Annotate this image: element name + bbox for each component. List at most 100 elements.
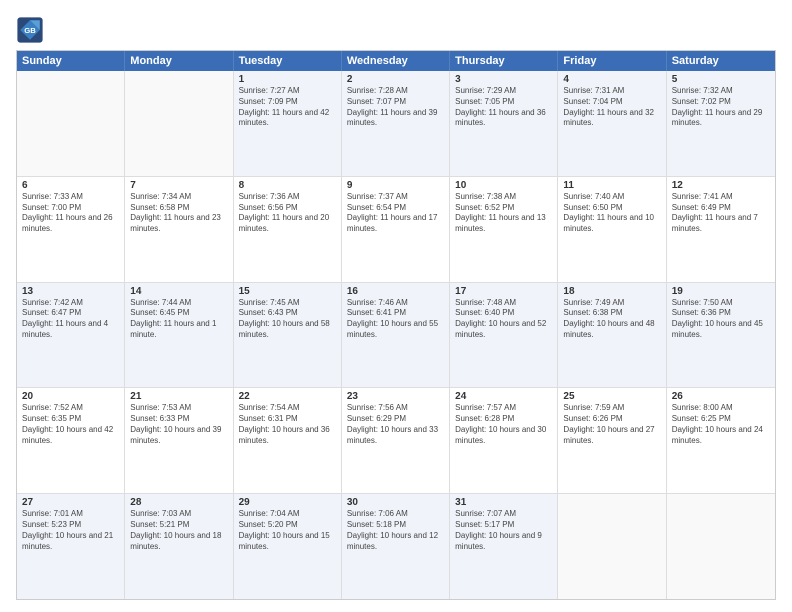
cal-cell-r3-c5: 25Sunrise: 7:59 AM Sunset: 6:26 PM Dayli… <box>558 388 666 493</box>
header-day-wednesday: Wednesday <box>342 51 450 71</box>
cell-detail: Sunrise: 7:32 AM Sunset: 7:02 PM Dayligh… <box>672 86 770 129</box>
cell-detail: Sunrise: 7:44 AM Sunset: 6:45 PM Dayligh… <box>130 298 227 341</box>
calendar: SundayMondayTuesdayWednesdayThursdayFrid… <box>16 50 776 600</box>
cal-cell-r2-c3: 16Sunrise: 7:46 AM Sunset: 6:41 PM Dayli… <box>342 283 450 388</box>
header-day-tuesday: Tuesday <box>234 51 342 71</box>
cell-detail: Sunrise: 7:49 AM Sunset: 6:38 PM Dayligh… <box>563 298 660 341</box>
cal-cell-r4-c0: 27Sunrise: 7:01 AM Sunset: 5:23 PM Dayli… <box>17 494 125 599</box>
cal-cell-r3-c4: 24Sunrise: 7:57 AM Sunset: 6:28 PM Dayli… <box>450 388 558 493</box>
cal-cell-r4-c6 <box>667 494 775 599</box>
header-day-monday: Monday <box>125 51 233 71</box>
cal-cell-r0-c1 <box>125 71 233 176</box>
cal-cell-r4-c1: 28Sunrise: 7:03 AM Sunset: 5:21 PM Dayli… <box>125 494 233 599</box>
day-number: 8 <box>239 180 336 191</box>
cell-detail: Sunrise: 7:07 AM Sunset: 5:17 PM Dayligh… <box>455 509 552 552</box>
header-day-sunday: Sunday <box>17 51 125 71</box>
cal-cell-r1-c5: 11Sunrise: 7:40 AM Sunset: 6:50 PM Dayli… <box>558 177 666 282</box>
day-number: 13 <box>22 286 119 297</box>
day-number: 22 <box>239 391 336 402</box>
day-number: 4 <box>563 74 660 85</box>
header: GB <box>16 12 776 44</box>
day-number: 1 <box>239 74 336 85</box>
day-number: 28 <box>130 497 227 508</box>
day-number: 19 <box>672 286 770 297</box>
cell-detail: Sunrise: 7:01 AM Sunset: 5:23 PM Dayligh… <box>22 509 119 552</box>
cell-detail: Sunrise: 7:50 AM Sunset: 6:36 PM Dayligh… <box>672 298 770 341</box>
cell-detail: Sunrise: 7:48 AM Sunset: 6:40 PM Dayligh… <box>455 298 552 341</box>
cell-detail: Sunrise: 7:37 AM Sunset: 6:54 PM Dayligh… <box>347 192 444 235</box>
logo-icon: GB <box>16 16 44 44</box>
page: GB SundayMondayTuesdayWednesdayThursdayF… <box>0 0 792 612</box>
logo-area: GB <box>16 12 48 44</box>
cal-cell-r2-c6: 19Sunrise: 7:50 AM Sunset: 6:36 PM Dayli… <box>667 283 775 388</box>
cal-cell-r2-c4: 17Sunrise: 7:48 AM Sunset: 6:40 PM Dayli… <box>450 283 558 388</box>
cell-detail: Sunrise: 7:28 AM Sunset: 7:07 PM Dayligh… <box>347 86 444 129</box>
cal-cell-r1-c2: 8Sunrise: 7:36 AM Sunset: 6:56 PM Daylig… <box>234 177 342 282</box>
day-number: 16 <box>347 286 444 297</box>
cal-cell-r4-c4: 31Sunrise: 7:07 AM Sunset: 5:17 PM Dayli… <box>450 494 558 599</box>
cell-detail: Sunrise: 7:06 AM Sunset: 5:18 PM Dayligh… <box>347 509 444 552</box>
cell-detail: Sunrise: 7:57 AM Sunset: 6:28 PM Dayligh… <box>455 403 552 446</box>
cal-cell-r4-c3: 30Sunrise: 7:06 AM Sunset: 5:18 PM Dayli… <box>342 494 450 599</box>
cell-detail: Sunrise: 7:42 AM Sunset: 6:47 PM Dayligh… <box>22 298 119 341</box>
day-number: 15 <box>239 286 336 297</box>
cal-cell-r1-c3: 9Sunrise: 7:37 AM Sunset: 6:54 PM Daylig… <box>342 177 450 282</box>
calendar-row-1: 6Sunrise: 7:33 AM Sunset: 7:00 PM Daylig… <box>17 176 775 282</box>
cell-detail: Sunrise: 7:45 AM Sunset: 6:43 PM Dayligh… <box>239 298 336 341</box>
cal-cell-r1-c1: 7Sunrise: 7:34 AM Sunset: 6:58 PM Daylig… <box>125 177 233 282</box>
day-number: 20 <box>22 391 119 402</box>
cal-cell-r3-c2: 22Sunrise: 7:54 AM Sunset: 6:31 PM Dayli… <box>234 388 342 493</box>
day-number: 3 <box>455 74 552 85</box>
cell-detail: Sunrise: 7:52 AM Sunset: 6:35 PM Dayligh… <box>22 403 119 446</box>
day-number: 31 <box>455 497 552 508</box>
cell-detail: Sunrise: 7:56 AM Sunset: 6:29 PM Dayligh… <box>347 403 444 446</box>
cal-cell-r0-c4: 3Sunrise: 7:29 AM Sunset: 7:05 PM Daylig… <box>450 71 558 176</box>
cell-detail: Sunrise: 7:33 AM Sunset: 7:00 PM Dayligh… <box>22 192 119 235</box>
cell-detail: Sunrise: 7:36 AM Sunset: 6:56 PM Dayligh… <box>239 192 336 235</box>
day-number: 23 <box>347 391 444 402</box>
day-number: 24 <box>455 391 552 402</box>
cal-cell-r4-c2: 29Sunrise: 7:04 AM Sunset: 5:20 PM Dayli… <box>234 494 342 599</box>
calendar-row-0: 1Sunrise: 7:27 AM Sunset: 7:09 PM Daylig… <box>17 71 775 176</box>
cal-cell-r2-c5: 18Sunrise: 7:49 AM Sunset: 6:38 PM Dayli… <box>558 283 666 388</box>
cal-cell-r0-c3: 2Sunrise: 7:28 AM Sunset: 7:07 PM Daylig… <box>342 71 450 176</box>
calendar-header: SundayMondayTuesdayWednesdayThursdayFrid… <box>17 51 775 71</box>
cal-cell-r2-c2: 15Sunrise: 7:45 AM Sunset: 6:43 PM Dayli… <box>234 283 342 388</box>
header-day-friday: Friday <box>558 51 666 71</box>
day-number: 5 <box>672 74 770 85</box>
cell-detail: Sunrise: 7:59 AM Sunset: 6:26 PM Dayligh… <box>563 403 660 446</box>
cal-cell-r1-c6: 12Sunrise: 7:41 AM Sunset: 6:49 PM Dayli… <box>667 177 775 282</box>
cell-detail: Sunrise: 7:03 AM Sunset: 5:21 PM Dayligh… <box>130 509 227 552</box>
cell-detail: Sunrise: 7:40 AM Sunset: 6:50 PM Dayligh… <box>563 192 660 235</box>
cal-cell-r2-c0: 13Sunrise: 7:42 AM Sunset: 6:47 PM Dayli… <box>17 283 125 388</box>
day-number: 12 <box>672 180 770 191</box>
cal-cell-r1-c0: 6Sunrise: 7:33 AM Sunset: 7:00 PM Daylig… <box>17 177 125 282</box>
cell-detail: Sunrise: 7:54 AM Sunset: 6:31 PM Dayligh… <box>239 403 336 446</box>
cal-cell-r0-c5: 4Sunrise: 7:31 AM Sunset: 7:04 PM Daylig… <box>558 71 666 176</box>
cal-cell-r2-c1: 14Sunrise: 7:44 AM Sunset: 6:45 PM Dayli… <box>125 283 233 388</box>
day-number: 10 <box>455 180 552 191</box>
cell-detail: Sunrise: 7:27 AM Sunset: 7:09 PM Dayligh… <box>239 86 336 129</box>
cell-detail: Sunrise: 7:53 AM Sunset: 6:33 PM Dayligh… <box>130 403 227 446</box>
day-number: 9 <box>347 180 444 191</box>
day-number: 11 <box>563 180 660 191</box>
cal-cell-r4-c5 <box>558 494 666 599</box>
day-number: 6 <box>22 180 119 191</box>
day-number: 27 <box>22 497 119 508</box>
cal-cell-r3-c1: 21Sunrise: 7:53 AM Sunset: 6:33 PM Dayli… <box>125 388 233 493</box>
svg-text:GB: GB <box>24 26 36 35</box>
calendar-body: 1Sunrise: 7:27 AM Sunset: 7:09 PM Daylig… <box>17 71 775 599</box>
cell-detail: Sunrise: 8:00 AM Sunset: 6:25 PM Dayligh… <box>672 403 770 446</box>
day-number: 2 <box>347 74 444 85</box>
cal-cell-r0-c6: 5Sunrise: 7:32 AM Sunset: 7:02 PM Daylig… <box>667 71 775 176</box>
cell-detail: Sunrise: 7:38 AM Sunset: 6:52 PM Dayligh… <box>455 192 552 235</box>
cell-detail: Sunrise: 7:41 AM Sunset: 6:49 PM Dayligh… <box>672 192 770 235</box>
cell-detail: Sunrise: 7:46 AM Sunset: 6:41 PM Dayligh… <box>347 298 444 341</box>
cal-cell-r1-c4: 10Sunrise: 7:38 AM Sunset: 6:52 PM Dayli… <box>450 177 558 282</box>
cell-detail: Sunrise: 7:04 AM Sunset: 5:20 PM Dayligh… <box>239 509 336 552</box>
cal-cell-r0-c2: 1Sunrise: 7:27 AM Sunset: 7:09 PM Daylig… <box>234 71 342 176</box>
day-number: 7 <box>130 180 227 191</box>
day-number: 26 <box>672 391 770 402</box>
header-day-saturday: Saturday <box>667 51 775 71</box>
day-number: 14 <box>130 286 227 297</box>
